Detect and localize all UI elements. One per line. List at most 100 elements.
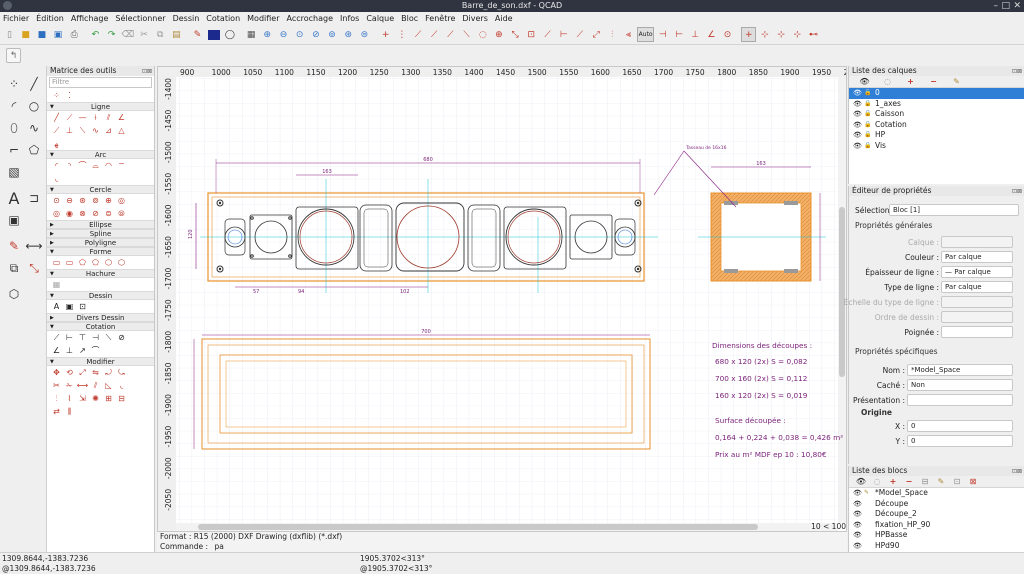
- line-box-icon[interactable]: ⊿: [102, 126, 115, 135]
- block-row[interactable]: 👁 Découpe_2: [849, 509, 1024, 520]
- show-all-layers-icon[interactable]: 👁: [853, 77, 876, 86]
- rotate-icon[interactable]: ⟲: [63, 368, 76, 377]
- line-sketch-icon[interactable]: ﮭ: [50, 139, 63, 148]
- redo-icon[interactable]: ↷: [104, 27, 119, 42]
- measure-tool-icon[interactable]: ⟷: [24, 236, 44, 256]
- eye-icon[interactable]: 👁: [853, 99, 864, 110]
- dim-diametric-icon[interactable]: ⊘: [115, 333, 128, 342]
- line-horizontal-icon[interactable]: —: [76, 113, 89, 122]
- eye-icon[interactable]: 👁: [853, 141, 864, 152]
- menu-fenetre[interactable]: Fenêtre: [425, 14, 455, 23]
- menu-affichage[interactable]: Affichage: [71, 14, 109, 23]
- eye-icon[interactable]: 👁: [853, 541, 864, 552]
- hide-all-blocks-icon[interactable]: ◌: [869, 477, 885, 486]
- snap-middle-icon[interactable]: ⟍: [459, 27, 474, 42]
- stretch-icon[interactable]: ⇲: [76, 394, 89, 403]
- snap-on-entity-icon[interactable]: ⟋: [427, 27, 442, 42]
- selection-dropdown[interactable]: Bloc [1]: [889, 204, 1019, 216]
- handles-field[interactable]: [941, 326, 1013, 338]
- name-field[interactable]: *Model_Space: [907, 364, 1013, 376]
- category-divers-dessin[interactable]: ▶ Divers Dessin: [47, 313, 154, 322]
- polygon-2-icon[interactable]: ⬠: [89, 258, 102, 267]
- rectangle-icon[interactable]: ▭: [50, 258, 63, 267]
- 3d-tool-icon[interactable]: ⬡: [4, 284, 24, 304]
- block-icon[interactable]: ⊡: [76, 302, 89, 311]
- circle-radius-icon[interactable]: ⊕: [102, 196, 115, 205]
- circle-dia-icon[interactable]: ⊘: [89, 209, 102, 218]
- round-icon[interactable]: ◟: [115, 381, 128, 390]
- minimize-icon[interactable]: –: [994, 0, 999, 12]
- linetype-scale-field[interactable]: [941, 296, 1013, 308]
- arc-tool-icon[interactable]: ◜: [4, 96, 24, 116]
- category-cercle[interactable]: ▼ Cercle: [47, 185, 154, 194]
- snap-grid-icon[interactable]: ⋮: [394, 27, 409, 42]
- snap-reference-icon[interactable]: ⤡: [508, 27, 523, 42]
- eye-icon[interactable]: 👁: [853, 130, 864, 141]
- properties-icon[interactable]: ⊞: [102, 394, 115, 403]
- eraser-icon[interactable]: ⌫: [120, 27, 135, 42]
- snap-x-icon[interactable]: ⫶: [605, 27, 620, 42]
- snap-intersection-icon[interactable]: ⊕: [491, 27, 506, 42]
- drawing-canvas[interactable]: 900 1000 1050 1100 1150 1200 1250 1300 1350 1400 1…: [157, 66, 847, 532]
- arc-angle-icon[interactable]: ◟: [50, 174, 63, 183]
- restrict-horizontal-icon[interactable]: ⊣: [655, 27, 670, 42]
- arc-radius-icon[interactable]: ⌔: [115, 161, 128, 171]
- points-icon[interactable]: ⁚: [63, 91, 76, 100]
- eye-icon[interactable]: 👁: [853, 120, 864, 131]
- rotate-2-icon[interactable]: ⤿: [115, 368, 128, 378]
- print-icon[interactable]: ⎙: [67, 27, 82, 42]
- lock-icon[interactable]: 🔒: [864, 109, 875, 120]
- explode-icon[interactable]: ✺: [89, 394, 102, 403]
- eye-icon[interactable]: 👁: [853, 488, 864, 499]
- point-tool-icon[interactable]: ⁘: [4, 74, 24, 94]
- restrict-angle-icon[interactable]: ∠: [704, 27, 719, 42]
- trim-both-icon[interactable]: ✁: [63, 381, 76, 390]
- remove-block-icon[interactable]: −: [901, 477, 917, 486]
- dimension-tool-icon[interactable]: ⊐: [24, 188, 44, 208]
- layer-row[interactable]: 👁 🔒 1_axes: [849, 99, 1024, 110]
- hatch-tool-icon[interactable]: ▧: [4, 162, 24, 182]
- layer-row[interactable]: 👁 🔒 Cotation: [849, 120, 1024, 131]
- menu-infos[interactable]: Infos: [340, 14, 359, 23]
- undo-icon[interactable]: ↶: [88, 27, 103, 42]
- hidden-dropdown[interactable]: Non: [907, 379, 1013, 391]
- circle-tool-icon[interactable]: ○: [24, 96, 44, 116]
- eye-icon[interactable]: 👁: [853, 509, 864, 520]
- layer-row[interactable]: 👁 🔒 Caisson: [849, 109, 1024, 120]
- text-tool-icon[interactable]: A: [4, 188, 24, 208]
- snap-perpendicular-icon[interactable]: ⊡: [524, 27, 539, 42]
- save-icon[interactable]: ■: [34, 27, 49, 42]
- pen-icon[interactable]: ✎: [190, 27, 205, 42]
- align-icon[interactable]: ⫼: [63, 407, 76, 417]
- relative-zero-icon[interactable]: +: [741, 27, 757, 42]
- ellipse-tool-icon[interactable]: ⬯: [4, 118, 24, 138]
- menu-accrochage[interactable]: Accrochage: [287, 14, 334, 23]
- menu-edition[interactable]: Édition: [36, 14, 64, 23]
- menu-modifier[interactable]: Modifier: [247, 14, 279, 23]
- zoom-selection-icon[interactable]: ⊜: [357, 27, 372, 42]
- layer-prop-field[interactable]: [941, 236, 1013, 248]
- block-row[interactable]: 👁 ✎ *Model_Space: [849, 488, 1024, 499]
- text-icon[interactable]: A: [50, 302, 63, 311]
- line-polygon-icon[interactable]: △: [115, 126, 128, 135]
- layer-row[interactable]: 👁 🔒 Vis: [849, 141, 1024, 152]
- line-bisector-icon[interactable]: ∠: [115, 113, 128, 122]
- block-tool-icon[interactable]: ⧉: [4, 258, 24, 278]
- move-rotate-icon[interactable]: ⤾: [102, 368, 115, 378]
- polygon-3-icon[interactable]: ⬡: [102, 258, 115, 267]
- edit-icon[interactable]: ✎: [864, 488, 875, 499]
- dim-angular-icon[interactable]: ∠: [50, 346, 63, 355]
- line-parallel-icon[interactable]: ⫽: [102, 113, 115, 123]
- circle-3p-icon[interactable]: ⊛: [76, 196, 89, 205]
- snap-free-icon[interactable]: +: [378, 27, 393, 42]
- maximize-icon[interactable]: □: [1001, 0, 1010, 12]
- y-field[interactable]: 0: [907, 435, 1013, 447]
- image-tool-icon[interactable]: ▣: [4, 210, 24, 230]
- line-tool-icon[interactable]: ╱: [24, 74, 44, 94]
- menu-fichier[interactable]: Fichier: [3, 14, 29, 23]
- category-ligne[interactable]: ▼ Ligne: [47, 102, 154, 111]
- block-row[interactable]: 👁 HPd90: [849, 541, 1024, 552]
- linetype-dropdown[interactable]: Par calque: [941, 281, 1013, 293]
- zoom-pan-icon[interactable]: ⊛: [341, 27, 356, 42]
- zoom-out-icon[interactable]: ⊖: [276, 27, 291, 42]
